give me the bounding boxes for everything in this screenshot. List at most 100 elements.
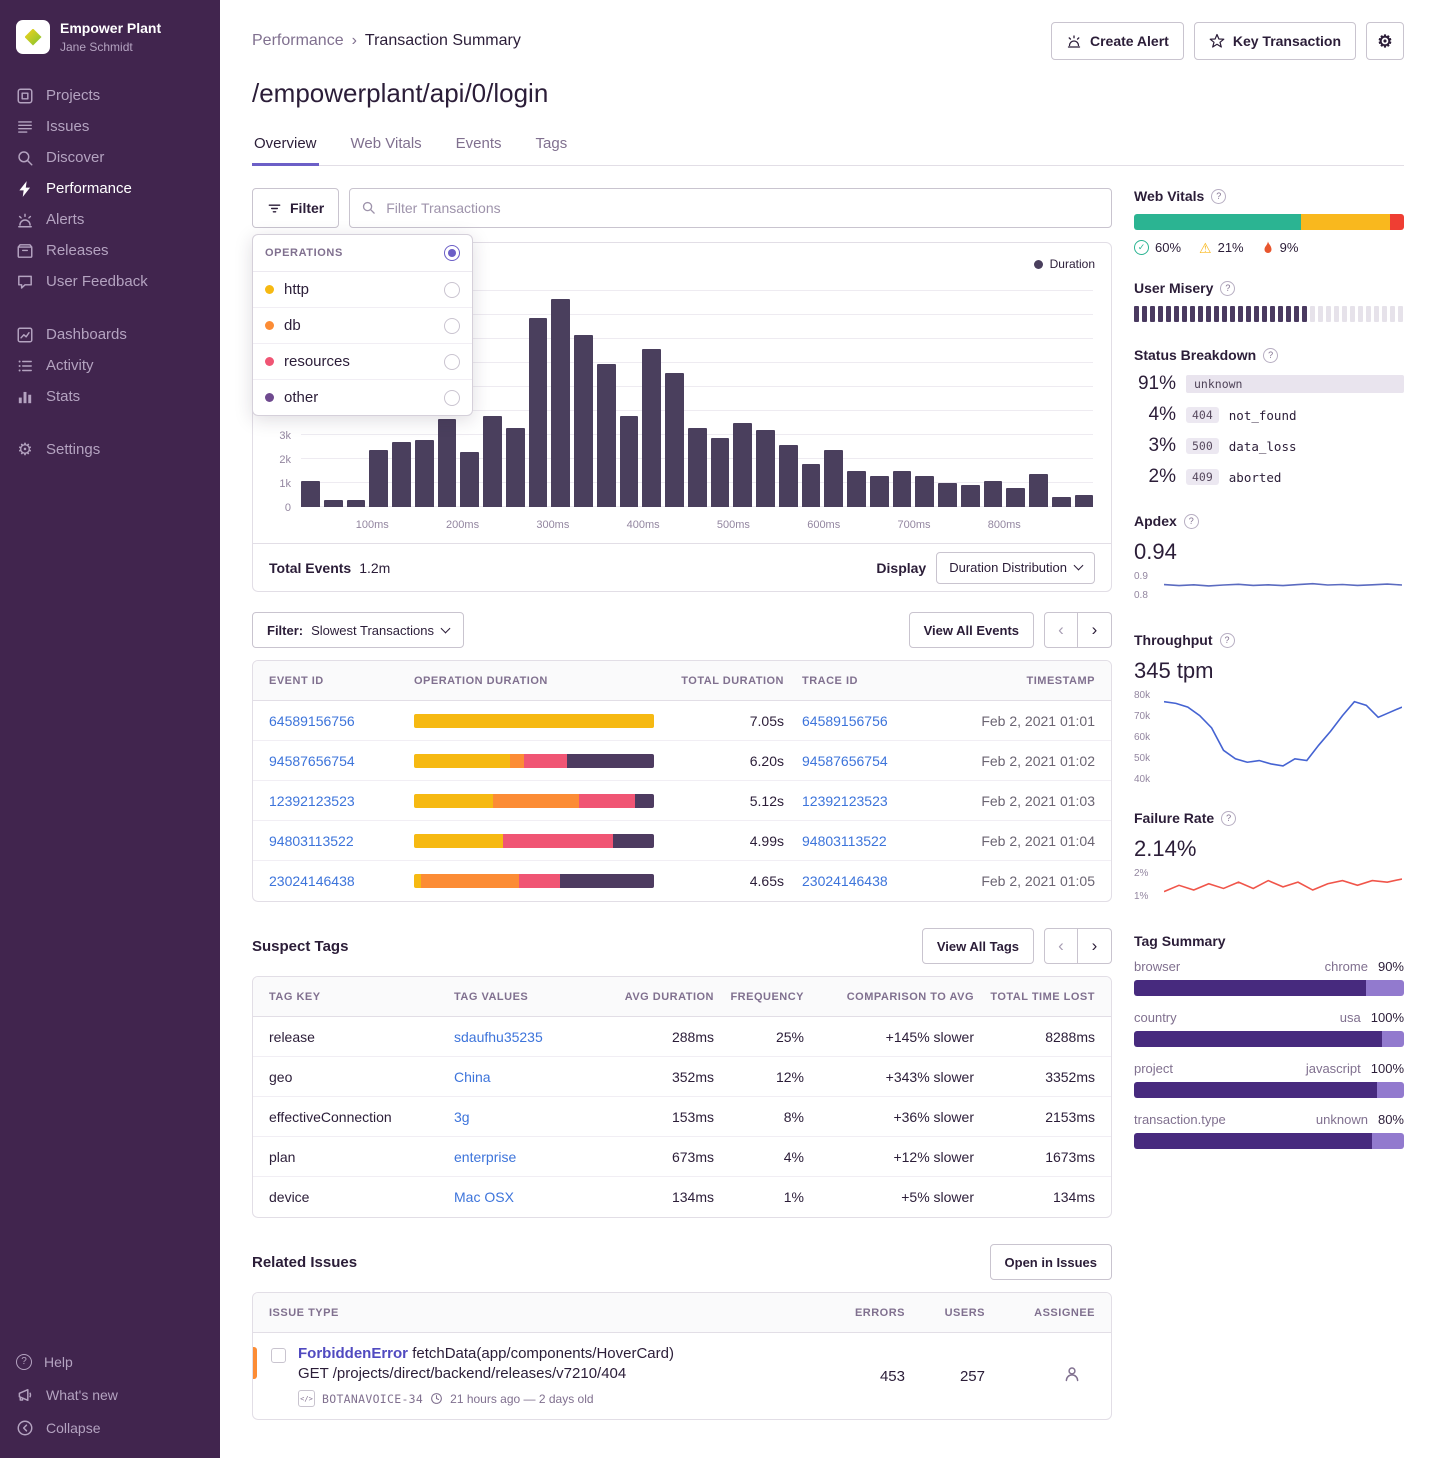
display-select[interactable]: Duration Distribution <box>936 552 1095 584</box>
timestamp-value: Feb 2, 2021 01:01 <box>954 713 1095 729</box>
bar-segment <box>414 754 510 768</box>
event-row: 94803113522 4.99s 94803113522 Feb 2, 202… <box>253 821 1111 861</box>
sidebar-item-settings[interactable]: ⚙ Settings <box>0 434 220 465</box>
filter-button[interactable]: Filter <box>252 188 339 228</box>
sidebar-item-dashboards[interactable]: Dashboards <box>0 319 220 350</box>
help-icon[interactable]: ? <box>1221 811 1236 826</box>
sidebar-item-label: Performance <box>46 180 132 197</box>
trace-id-link[interactable]: 64589156756 <box>784 713 954 729</box>
tag-key: device <box>269 1189 454 1205</box>
radio-icon[interactable] <box>444 390 460 406</box>
event-id-link[interactable]: 64589156756 <box>269 713 414 729</box>
sidebar-item-user-feedback[interactable]: User Feedback <box>0 266 220 297</box>
histogram-bar <box>938 483 957 507</box>
radio-selected-icon[interactable] <box>444 245 460 261</box>
trace-id-link[interactable]: 94803113522 <box>784 833 954 849</box>
radio-icon[interactable] <box>444 318 460 334</box>
histogram-bar <box>779 445 798 507</box>
sidebar-item-collapse[interactable]: Collapse <box>0 1411 220 1444</box>
operation-label: resources <box>284 353 350 370</box>
misery-tick <box>1270 306 1275 322</box>
tag-value-link[interactable]: China <box>454 1069 609 1085</box>
tag-value-link[interactable]: sdaufhu35235 <box>454 1029 609 1045</box>
trace-id-link[interactable]: 23024146438 <box>784 873 954 889</box>
activity-icon <box>16 357 34 375</box>
breadcrumb-performance[interactable]: Performance <box>252 32 344 50</box>
issue-type-link[interactable]: ForbiddenError <box>298 1345 408 1362</box>
sidebar-item-issues[interactable]: Issues <box>0 111 220 142</box>
sidebar-item-whats-new[interactable]: What's new <box>0 1378 220 1411</box>
tab-events[interactable]: Events <box>454 129 504 165</box>
bar-segment <box>1134 1031 1382 1047</box>
histogram-bar <box>620 416 639 507</box>
prev-page-button[interactable]: ‹ <box>1044 928 1078 964</box>
radio-icon[interactable] <box>444 282 460 298</box>
open-in-issues-button[interactable]: Open in Issues <box>990 1244 1112 1280</box>
summary-sidebar: Web Vitals ? ✓60% ⚠21% 9% User Misery ? <box>1134 188 1404 1420</box>
sidebar-item-projects[interactable]: Projects <box>0 80 220 111</box>
search-input[interactable] <box>349 188 1112 228</box>
status-name: aborted <box>1229 470 1282 485</box>
help-icon[interactable]: ? <box>1184 514 1199 529</box>
sidebar-item-help[interactable]: ? Help <box>0 1345 220 1378</box>
settings-button[interactable]: ⚙ <box>1366 22 1404 60</box>
sidebar-item-performance[interactable]: Performance <box>0 173 220 204</box>
warning-icon: ⚠ <box>1199 241 1212 255</box>
user-misery-section: User Misery ? <box>1134 280 1404 322</box>
sidebar-item-alerts[interactable]: Alerts <box>0 204 220 235</box>
next-page-button[interactable]: › <box>1078 928 1112 964</box>
events-filter-select[interactable]: Filter: Slowest Transactions <box>252 612 464 648</box>
event-id-link[interactable]: 94587656754 <box>269 753 414 769</box>
tag-value-link[interactable]: 3g <box>454 1109 609 1125</box>
sidebar-item-releases[interactable]: Releases <box>0 235 220 266</box>
operation-option-http[interactable]: http <box>253 272 472 308</box>
tab-tags[interactable]: Tags <box>534 129 570 165</box>
sidebar-item-label: Projects <box>46 87 100 104</box>
operation-option-resources[interactable]: resources <box>253 344 472 380</box>
tab-overview[interactable]: Overview <box>252 129 319 166</box>
help-icon[interactable]: ? <box>1220 281 1235 296</box>
help-icon[interactable]: ? <box>1220 633 1235 648</box>
issue-checkbox[interactable] <box>271 1348 286 1363</box>
trace-id-link[interactable]: 94587656754 <box>784 753 954 769</box>
next-page-button[interactable]: › <box>1078 612 1112 648</box>
event-id-link[interactable]: 12392123523 <box>269 793 414 809</box>
issues-table-header: ISSUE TYPE ERRORS USERS ASSIGNEE <box>253 1293 1111 1333</box>
misery-tick <box>1390 306 1395 322</box>
sidebar-item-activity[interactable]: Activity <box>0 350 220 381</box>
tag-row: device Mac OSX 134ms 1% +5% slower 134ms <box>253 1177 1111 1217</box>
sidebar-item-discover[interactable]: Discover <box>0 142 220 173</box>
discover-icon <box>16 149 34 167</box>
prev-page-button[interactable]: ‹ <box>1044 612 1078 648</box>
sidebar-item-stats[interactable]: Stats <box>0 381 220 412</box>
trace-id-link[interactable]: 12392123523 <box>784 793 954 809</box>
radio-icon[interactable] <box>444 354 460 370</box>
col-avg-duration: AVG DURATION <box>609 991 714 1003</box>
tag-value-link[interactable]: Mac OSX <box>454 1189 609 1205</box>
misery-tick <box>1166 306 1171 322</box>
help-icon[interactable]: ? <box>1263 348 1278 363</box>
user-misery-title: User Misery <box>1134 280 1213 296</box>
issue-assignee[interactable] <box>985 1365 1095 1388</box>
event-id-link[interactable]: 23024146438 <box>269 873 414 889</box>
key-transaction-label: Key Transaction <box>1233 33 1341 49</box>
event-id-link[interactable]: 94803113522 <box>269 833 414 849</box>
tag-key: geo <box>269 1069 454 1085</box>
operation-option-db[interactable]: db <box>253 308 472 344</box>
org-switcher[interactable]: Empower Plant Jane Schmidt <box>0 16 220 80</box>
view-all-tags-button[interactable]: View All Tags <box>922 928 1034 964</box>
tab-web-vitals[interactable]: Web Vitals <box>349 129 424 165</box>
timestamp-value: Feb 2, 2021 01:05 <box>954 873 1095 889</box>
col-assignee: ASSIGNEE <box>985 1307 1095 1319</box>
tag-summary-key: country <box>1134 1010 1177 1025</box>
operations-dropdown-header[interactable]: OPERATIONS <box>253 235 472 272</box>
tag-value-link[interactable]: enterprise <box>454 1149 609 1165</box>
chevron-down-icon <box>441 623 451 633</box>
misery-tick <box>1398 306 1403 322</box>
status-breakdown-title: Status Breakdown <box>1134 347 1256 363</box>
create-alert-button[interactable]: Create Alert <box>1051 22 1184 60</box>
operation-option-other[interactable]: other <box>253 380 472 415</box>
key-transaction-button[interactable]: Key Transaction <box>1194 22 1356 60</box>
help-icon[interactable]: ? <box>1211 189 1226 204</box>
view-all-events-button[interactable]: View All Events <box>909 612 1034 648</box>
